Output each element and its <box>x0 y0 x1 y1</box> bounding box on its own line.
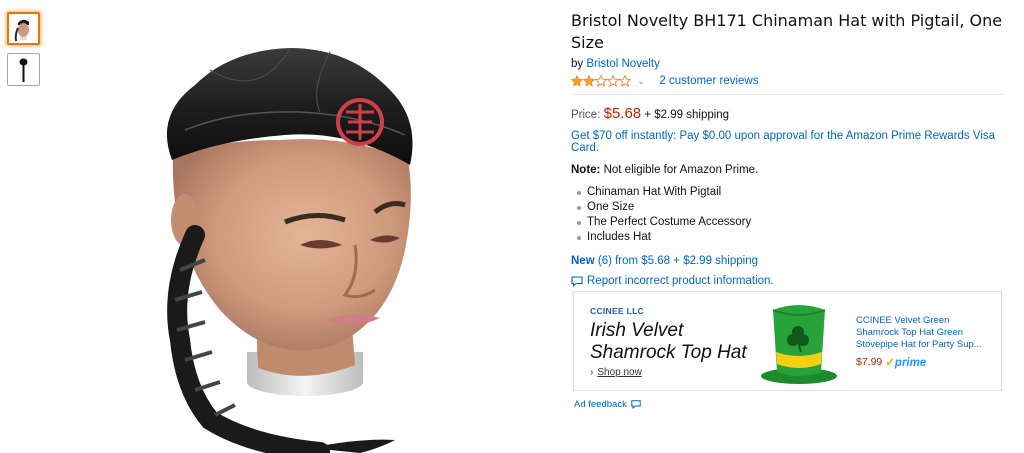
new-offers-link[interactable]: New (6) from $5.68 + $2.99 shipping <box>571 255 1003 267</box>
star-filled-icon <box>571 75 583 87</box>
note-label: Note: <box>571 164 601 176</box>
customer-reviews-link[interactable]: 2 customer reviews <box>659 75 758 87</box>
chevron-down-icon[interactable]: ⌄ <box>637 76 645 87</box>
ad-price: $7.99 <box>856 356 883 368</box>
ad-headline[interactable]: Irish Velvet Shamrock Top Hat <box>590 320 760 364</box>
speech-bubble-icon <box>571 275 583 287</box>
feature-bullet: The Perfect Costume Accessory <box>571 215 1003 230</box>
product-title: Bristol Novelty BH171 Chinaman Hat with … <box>571 11 1003 52</box>
thumbnail-main[interactable] <box>7 12 40 45</box>
promo-link[interactable]: Get $70 off instantly: Pay $0.00 upon ap… <box>571 130 1003 154</box>
star-empty-icon <box>619 75 631 87</box>
mannequin-head-with-hat-image <box>166 47 413 453</box>
product-main-image[interactable] <box>60 0 500 453</box>
prime-label: prime <box>894 357 927 369</box>
thumbnail-pigtail[interactable] <box>7 53 40 86</box>
prime-note: Note: Not eligible for Amazon Prime. <box>571 164 1003 176</box>
report-incorrect-info[interactable]: Report incorrect product information. <box>571 275 1003 287</box>
price-label: Price: <box>571 109 601 121</box>
feature-bullet: Chinaman Hat With Pigtail <box>571 185 1003 200</box>
new-offers-text: (6) from $5.68 + $2.99 shipping <box>597 255 759 267</box>
star-empty-icon <box>595 75 607 87</box>
green-top-hat-image[interactable] <box>759 300 839 386</box>
chevron-right-icon: › <box>590 367 594 378</box>
brand-link[interactable]: Bristol Novelty <box>586 58 660 70</box>
price-row: Price: $5.68 + $2.99 shipping <box>571 105 1003 122</box>
ad-feedback-link[interactable]: Ad feedback <box>574 399 641 410</box>
feature-bullet: One Size <box>571 200 1003 215</box>
image-thumbnails <box>7 12 41 94</box>
speech-bubble-icon <box>631 400 641 409</box>
ad-price-row: $7.99 ✓prime <box>856 355 926 369</box>
pigtail-thumbnail-image <box>19 58 28 82</box>
star-empty-icon <box>607 75 619 87</box>
feature-bullets: Chinaman Hat With Pigtail One Size The P… <box>571 185 1003 245</box>
ad-brand: CCINEE LLC <box>590 306 644 316</box>
ad-product-title[interactable]: CCINEE Velvet Green Shamrock Top Hat Gre… <box>856 315 986 351</box>
rating-row: ⌄ 2 customer reviews <box>571 73 1003 89</box>
by-label: by <box>571 58 584 70</box>
head-thumbnail-image <box>9 14 38 43</box>
star-filled-icon <box>583 75 595 87</box>
shop-now-link[interactable]: › Shop now <box>590 367 642 378</box>
prime-check-icon: ✓ <box>885 357 895 369</box>
new-label: New <box>571 255 595 267</box>
divider <box>571 94 1003 95</box>
shop-now-label: Shop now <box>597 367 642 378</box>
shipping-cost: + $2.99 shipping <box>644 109 730 121</box>
prime-badge: ✓prime <box>885 355 926 369</box>
report-link-text: Report incorrect product information. <box>587 275 774 287</box>
product-info-panel: Bristol Novelty BH171 Chinaman Hat with … <box>571 10 1003 294</box>
note-text: Not eligible for Amazon Prime. <box>603 164 759 176</box>
byline: by Bristol Novelty <box>571 58 1003 70</box>
price-value: $5.68 <box>603 105 642 122</box>
feature-bullet: Includes Hat <box>571 230 1003 245</box>
ad-feedback-label: Ad feedback <box>574 399 627 410</box>
sponsored-ad[interactable]: CCINEE LLC Irish Velvet Shamrock Top Hat… <box>573 291 1002 391</box>
star-rating[interactable] <box>571 75 631 87</box>
